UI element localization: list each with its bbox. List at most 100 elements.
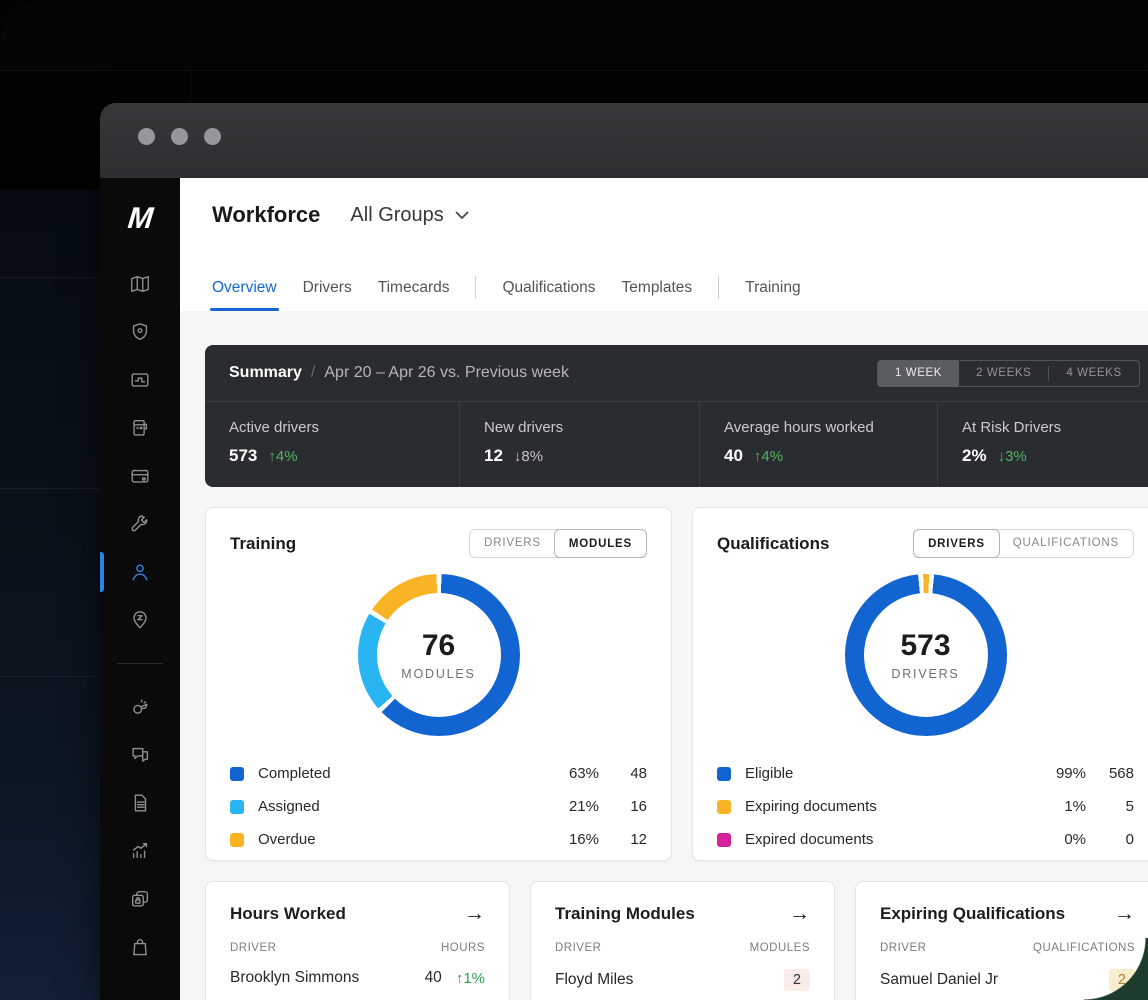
stat-at-risk-drivers: At Risk Drivers 2% ↓3% bbox=[937, 402, 1148, 487]
page-background bbox=[0, 0, 1148, 70]
window-zoom-button[interactable] bbox=[204, 128, 221, 145]
table-row[interactable]: Brooklyn Simmons 40 ↑1% bbox=[230, 969, 485, 987]
trend-down: ↓3% bbox=[997, 448, 1027, 465]
sidebar-item-safety[interactable] bbox=[100, 308, 180, 356]
background-divider bbox=[0, 70, 1148, 71]
sidebar-item-eld[interactable] bbox=[100, 404, 180, 452]
card-title: Training bbox=[230, 533, 297, 553]
page-title: Workforce bbox=[212, 202, 321, 227]
wrench-icon bbox=[131, 515, 148, 532]
qualifications-toggle-qualifications[interactable]: QUALIFICATIONS bbox=[999, 530, 1133, 557]
whistle-icon bbox=[133, 699, 148, 714]
legend-row-completed: Completed 63% 48 bbox=[230, 757, 647, 790]
main-area: Workforce All Groups Overview Drivers Ti… bbox=[180, 178, 1148, 1000]
stat-active-drivers: Active drivers 573 ↑4% bbox=[229, 419, 320, 465]
sidebar-item-reports[interactable] bbox=[100, 827, 180, 875]
shopping-bag-icon bbox=[133, 939, 147, 956]
active-indicator bbox=[100, 552, 104, 592]
legend-swatch bbox=[717, 766, 731, 781]
window-close-button[interactable] bbox=[138, 128, 155, 145]
browser-titlebar bbox=[100, 103, 1148, 178]
window-minimize-button[interactable] bbox=[171, 128, 188, 145]
range-4-weeks[interactable]: 4 WEEKS bbox=[1049, 361, 1138, 386]
tab-drivers[interactable]: Drivers bbox=[303, 279, 352, 311]
donut-center-label: MODULES bbox=[401, 667, 476, 681]
column-header-hours: HOURS bbox=[440, 942, 485, 954]
training-toggle-modules[interactable]: MODULES bbox=[553, 529, 647, 558]
column-header-driver: DRIVER bbox=[230, 942, 277, 954]
group-selector[interactable]: All Groups bbox=[350, 204, 469, 227]
sidebar-item-maintenance[interactable] bbox=[100, 500, 180, 548]
devices-lock-icon bbox=[131, 890, 149, 907]
trend-up: ↑4% bbox=[268, 448, 298, 465]
training-legend: Completed 63% 48 Assigned 21% 16 Overdue… bbox=[230, 757, 647, 856]
map-icon bbox=[131, 275, 149, 293]
training-donut-chart: 76 MODULES bbox=[357, 574, 520, 736]
sidebar-item-dashcam[interactable] bbox=[100, 356, 180, 404]
training-view-toggle: DRIVERS MODULES bbox=[469, 529, 647, 558]
legend-swatch bbox=[230, 832, 244, 847]
legend-row-eligible: Eligible 99% 568 bbox=[717, 757, 1134, 790]
tab-overview[interactable]: Overview bbox=[210, 279, 279, 311]
stat-new-drivers: New drivers 12 ↓8% bbox=[459, 402, 699, 487]
summary-title: Summary bbox=[229, 364, 302, 381]
chat-bubbles-icon bbox=[132, 747, 149, 762]
page-header: Workforce All Groups Overview Drivers Ti… bbox=[180, 178, 1148, 311]
shield-icon bbox=[132, 323, 148, 341]
legend-swatch bbox=[230, 799, 244, 814]
arrow-right-icon[interactable]: → bbox=[1114, 903, 1135, 924]
qualifications-toggle-drivers[interactable]: DRIVERS bbox=[913, 529, 1000, 558]
browser-window: M Workforce All Groups Overview Drivers … bbox=[100, 103, 1148, 1000]
stat-average-hours: Average hours worked 40 ↑4% bbox=[699, 402, 937, 487]
tab-bar: Overview Drivers Timecards Qualification… bbox=[210, 276, 801, 311]
trend-up: ↑1% bbox=[455, 969, 485, 987]
qualifications-donut-chart: 573 DRIVERS bbox=[844, 574, 1007, 736]
dashboard-content: Summary / Apr 20 – Apr 26 vs. Previous w… bbox=[180, 311, 1148, 1000]
tab-timecards[interactable]: Timecards bbox=[378, 279, 450, 311]
background-divider bbox=[190, 70, 191, 104]
trend-down: ↓8% bbox=[513, 448, 544, 465]
arrow-right-icon[interactable]: → bbox=[789, 903, 810, 924]
app-sidebar: M bbox=[100, 178, 180, 1000]
training-card: Training DRIVERS MODULES 76 MODULES Comp… bbox=[205, 507, 672, 861]
hours-value: 40 bbox=[424, 969, 442, 986]
sidebar-item-compliance[interactable] bbox=[100, 596, 180, 644]
summary-panel: Summary / Apr 20 – Apr 26 vs. Previous w… bbox=[205, 345, 1148, 487]
person-icon bbox=[132, 564, 148, 581]
qualifications-view-toggle: DRIVERS QUALIFICATIONS bbox=[913, 529, 1134, 558]
donut-center-value: 76 bbox=[421, 629, 456, 662]
legend-row-expired-documents: Expired documents 0% 0 bbox=[717, 823, 1134, 856]
range-1-week[interactable]: 1 WEEK bbox=[878, 360, 960, 387]
table-row[interactable]: Floyd Miles 2 bbox=[555, 969, 810, 991]
sidebar-item-messages[interactable] bbox=[100, 731, 180, 779]
sidebar-divider bbox=[117, 663, 163, 664]
dashcam-icon bbox=[131, 373, 149, 387]
card-title: Qualifications bbox=[717, 533, 830, 553]
tab-divider bbox=[475, 276, 477, 299]
arrow-right-icon[interactable]: → bbox=[464, 903, 485, 924]
samsara-logo: M bbox=[126, 202, 154, 235]
week-range-toggle: 1 WEEK 2 WEEKS 4 WEEKS bbox=[877, 360, 1140, 387]
tab-training[interactable]: Training bbox=[745, 279, 800, 311]
sidebar-item-marketplace[interactable] bbox=[100, 923, 180, 971]
legend-row-overdue: Overdue 16% 12 bbox=[230, 823, 647, 856]
sidebar-item-workforce[interactable] bbox=[100, 548, 180, 596]
tab-qualifications[interactable]: Qualifications bbox=[502, 279, 595, 311]
legend-row-expiring-documents: Expiring documents 1% 5 bbox=[717, 790, 1134, 823]
column-header-modules: MODULES bbox=[749, 942, 810, 954]
sidebar-item-map[interactable] bbox=[100, 260, 180, 308]
hours-worked-card: Hours Worked → DRIVER HOURS Brooklyn Sim… bbox=[205, 881, 510, 1000]
qualifications-card: Qualifications DRIVERS QUALIFICATIONS 57… bbox=[692, 507, 1148, 861]
modules-count-badge: 2 bbox=[783, 969, 810, 991]
sidebar-item-devices[interactable] bbox=[100, 875, 180, 923]
decorative-corner-wave bbox=[1084, 938, 1148, 1000]
sidebar-item-payments[interactable] bbox=[100, 452, 180, 500]
sidebar-item-coaching[interactable] bbox=[100, 683, 180, 731]
sidebar-item-documents[interactable] bbox=[100, 779, 180, 827]
column-header-driver: DRIVER bbox=[555, 942, 602, 954]
training-toggle-drivers[interactable]: DRIVERS bbox=[470, 530, 555, 557]
chevron-down-icon bbox=[455, 211, 469, 219]
trend-up: ↑4% bbox=[753, 448, 784, 465]
tab-templates[interactable]: Templates bbox=[622, 279, 693, 311]
range-2-weeks[interactable]: 2 WEEKS bbox=[959, 361, 1048, 386]
